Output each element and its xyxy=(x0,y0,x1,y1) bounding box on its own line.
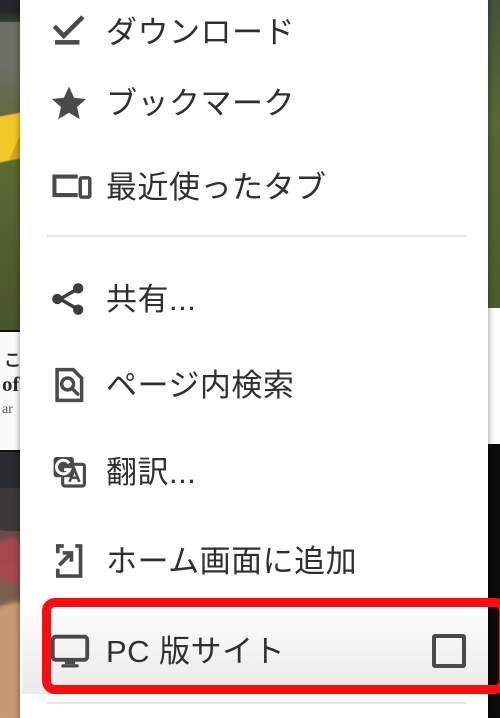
background-text-line-3: ar xyxy=(2,402,13,417)
add-to-homescreen-icon xyxy=(48,537,106,585)
menu-item-recent-tabs[interactable]: 最近使ったタブ xyxy=(20,145,488,229)
star-icon xyxy=(48,79,106,127)
menu-item-label: ホーム画面に追加 xyxy=(106,543,358,579)
menu-item-share[interactable]: 共有... xyxy=(20,257,488,341)
menu-item-bookmarks[interactable]: ブックマーク xyxy=(20,61,488,145)
browser-overflow-menu: ダウンロード ブックマーク 最近使ったタブ 共有... ページ内検索 翻訳...… xyxy=(20,0,500,718)
menu-item-label: 共有... xyxy=(106,281,197,317)
background-right-photo xyxy=(488,0,500,308)
background-right-card xyxy=(488,308,500,446)
menu-item-label: ブックマーク xyxy=(106,85,295,121)
menu-item-desktop-site[interactable]: PC 版サイト xyxy=(20,608,488,694)
background-text-line-2: of xyxy=(2,372,20,396)
background-right-strip xyxy=(488,0,500,718)
page-search-icon xyxy=(48,361,106,409)
monitor-icon xyxy=(48,627,106,675)
menu-item-label: PC 版サイト xyxy=(106,633,286,669)
share-icon xyxy=(48,275,106,323)
menu-divider xyxy=(47,702,467,704)
devices-icon xyxy=(48,163,106,211)
translate-icon xyxy=(48,448,106,496)
download-checkmark-icon xyxy=(48,8,106,56)
menu-item-translate[interactable]: 翻訳... xyxy=(20,430,488,514)
menu-item-find-in-page[interactable]: ページ内検索 xyxy=(20,343,488,427)
screenshot-root: こ of ar ダウンロード ブックマーク 最近使ったタブ 共有... ページ内… xyxy=(0,0,500,718)
desktop-site-checkbox[interactable] xyxy=(432,634,466,668)
menu-item-add-to-home-screen[interactable]: ホーム画面に追加 xyxy=(20,519,488,603)
menu-item-label: ダウンロード xyxy=(106,14,295,50)
menu-divider xyxy=(47,235,467,237)
menu-item-label: 最近使ったタブ xyxy=(106,169,327,205)
background-text-line-1: こ xyxy=(4,351,20,370)
menu-item-label: 翻訳... xyxy=(106,454,197,490)
background-right-dark xyxy=(488,444,500,718)
menu-item-label: ページ内検索 xyxy=(106,367,295,403)
